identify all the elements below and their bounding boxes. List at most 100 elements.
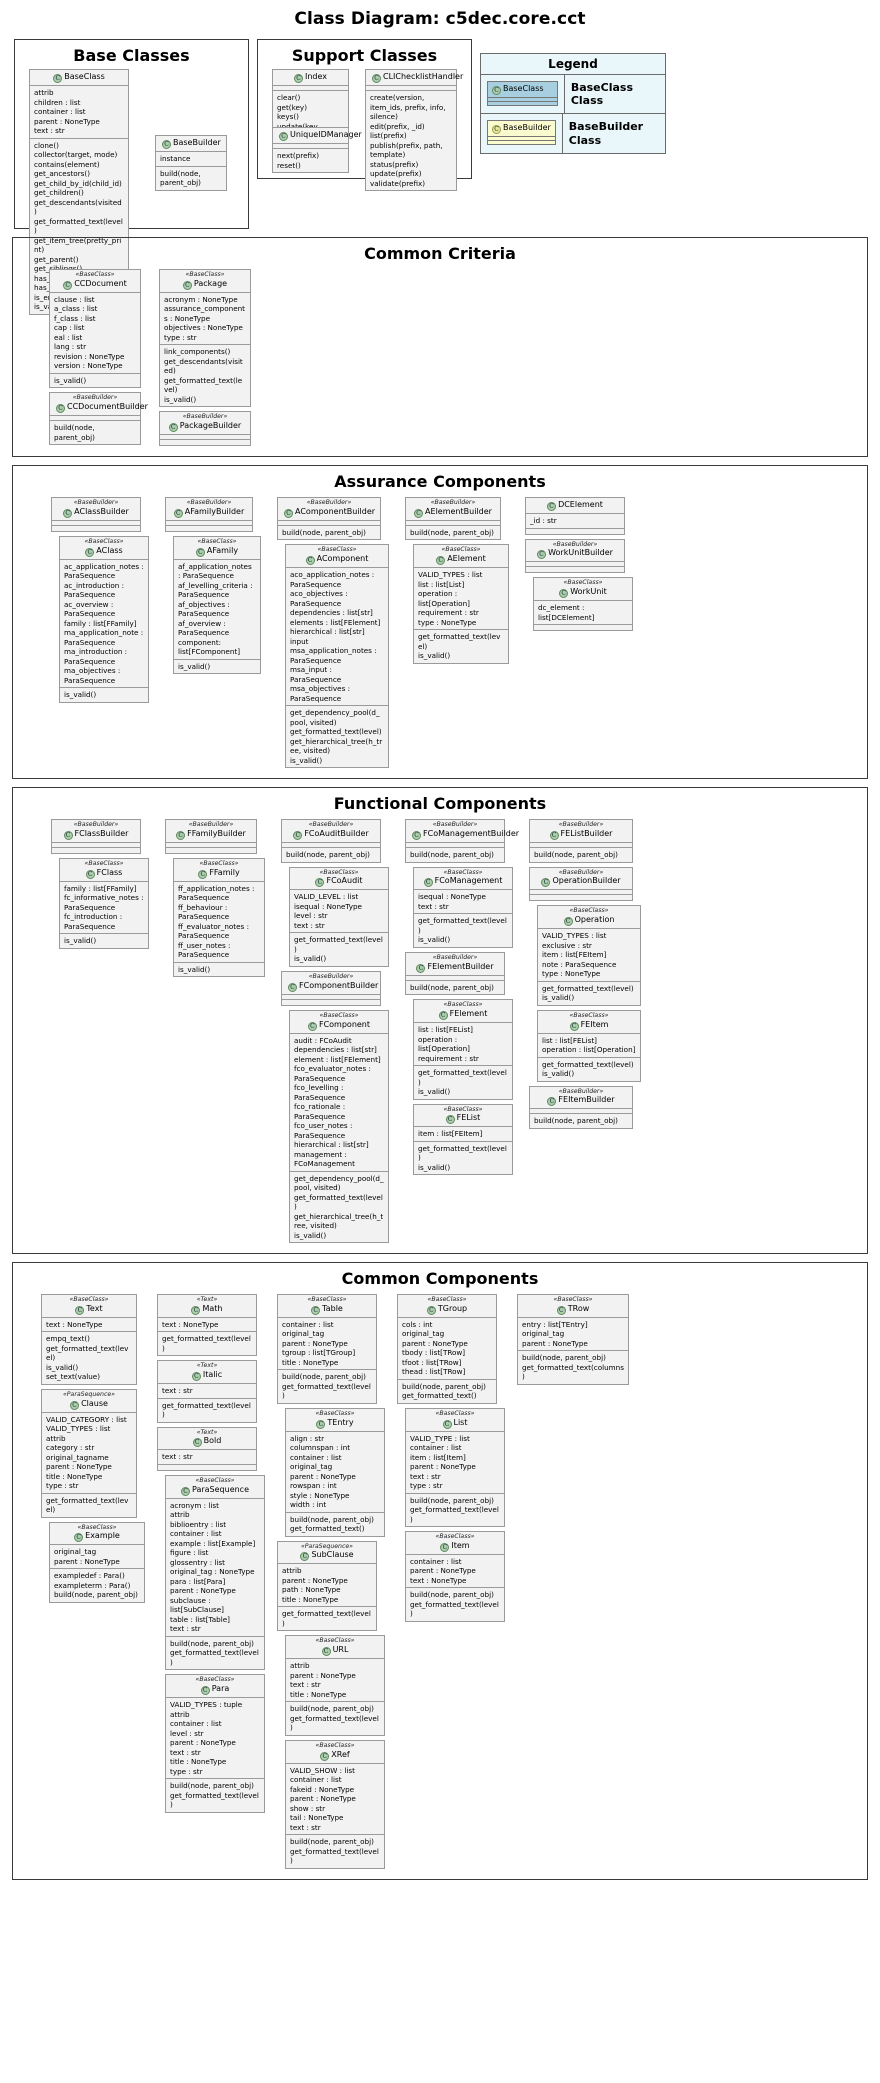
uml-class-aelementbuilder[interactable]: «BaseBuilder» C AElementBuilder build(node,… bbox=[405, 497, 501, 541]
uml-class-fcoauditbuilder[interactable]: «BaseBuilder» C FCoAuditBuilder build(node,… bbox=[281, 819, 381, 863]
top-row: Base Classes C BaseClass attrib children : … bbox=[8, 39, 872, 315]
uml-class-fcomponentbuilder[interactable]: «BaseBuilder» C FComponentBuilder bbox=[281, 970, 381, 1006]
uml-class-bold[interactable]: «Text» C Bold text : str bbox=[157, 1426, 257, 1471]
uml-attribute: parent : NoneType bbox=[282, 1338, 348, 1348]
uml-class-url[interactable]: «BaseClass» C URL attrib parent : NoneType te… bbox=[285, 1635, 385, 1736]
uml-class-example[interactable]: «BaseClass» C Example original_tag parent : … bbox=[49, 1521, 145, 1603]
class-icon: C bbox=[438, 1011, 448, 1020]
uml-attribute-list: attrib parent : NoneType path : NoneType ti… bbox=[278, 1564, 376, 1608]
uml-attribute-list: container : list parent : NoneType text : … bbox=[406, 1555, 504, 1589]
uml-class-header: «BaseBuilder» C FClassBuilder bbox=[52, 820, 140, 844]
uml-attribute: parent : NoneType bbox=[46, 1462, 112, 1472]
uml-method: is_valid() bbox=[418, 935, 451, 945]
class-icon: C bbox=[315, 878, 325, 888]
uml-class-clichecklisthandler[interactable]: C CLIChecklistHandler create(version, item… bbox=[365, 69, 463, 191]
uml-class-felistbuilder[interactable]: «BaseBuilder» C FEListBuilder build(node, p… bbox=[529, 819, 633, 863]
section-column: «BaseClass» C TGroup cols : int original_tag… bbox=[397, 1294, 505, 1622]
uml-class-parasequence[interactable]: «BaseClass» C ParaSequence acronym : list at… bbox=[165, 1474, 265, 1671]
uml-class-math[interactable]: «Text» C Math text : NoneType get_formatted_… bbox=[157, 1294, 257, 1357]
uml-attribute-list: VALID_SHOW : list container : list fakeid … bbox=[286, 1764, 384, 1836]
uml-class-name: FClass bbox=[96, 867, 123, 877]
uml-class-text[interactable]: «BaseClass» C Text text : NoneType empq_text… bbox=[41, 1294, 137, 1385]
uml-class-item[interactable]: «BaseClass» C Item container : list parent :… bbox=[405, 1531, 505, 1622]
uml-class-felementbuilder[interactable]: «BaseBuilder» C FElementBuilder build(node,… bbox=[405, 951, 505, 996]
uml-class-acomponentbuilder[interactable]: «BaseBuilder» C AComponentBuilder build(nod… bbox=[277, 497, 381, 541]
class-icon: C bbox=[300, 1552, 310, 1562]
section-column: «BaseClass» C Package acronym : NoneType ass… bbox=[159, 269, 251, 447]
uml-class-ccdocumentbuilder[interactable]: «BaseBuilder» C CCDocumentBuilder build(nod… bbox=[49, 392, 148, 446]
uml-attribute: revision : NoneType bbox=[54, 351, 125, 361]
uml-class-name-wrap: C SubClause bbox=[300, 1550, 354, 1562]
uml-class-header: «BaseBuilder» C AFamilyBuilder bbox=[166, 498, 252, 521]
class-icon: C bbox=[414, 508, 424, 518]
uml-class-name-wrap: C AComponentBuilder bbox=[284, 507, 375, 518]
uml-class-trow[interactable]: «BaseClass» C TRow entry : list[TEntry] orig… bbox=[517, 1294, 629, 1385]
uml-class-operationbuilder[interactable]: «BaseBuilder» C OperationBuilder bbox=[529, 866, 633, 902]
uml-attribute: fco_evaluator_notes : ParaSequence bbox=[294, 1064, 371, 1083]
uml-class-acomponent[interactable]: «BaseClass» C AComponent aco_application_no… bbox=[285, 544, 389, 769]
uml-class-ffamilybuilder[interactable]: «BaseBuilder» C FFamilyBuilder bbox=[165, 819, 257, 855]
uml-method: build(node, parent_obj) bbox=[170, 1638, 254, 1648]
uml-class-italic[interactable]: «Text» C Italic text : str get_formatted_tex… bbox=[157, 1360, 257, 1423]
uml-class-fcoaudit[interactable]: «BaseClass» C FCoAudit VALID_LEVEL : list is… bbox=[289, 866, 389, 967]
uml-class-ffamily[interactable]: «BaseClass» C FFamily ff_application_notes … bbox=[173, 858, 265, 978]
uml-class-table[interactable]: «BaseClass» C Table container : list origina… bbox=[277, 1294, 377, 1404]
uml-class-feitembuilder[interactable]: «BaseBuilder» C FEItemBuilder build(node, p… bbox=[529, 1085, 633, 1129]
uml-attribute: align : str bbox=[290, 1433, 325, 1443]
uml-class-name-wrap: C Math bbox=[191, 1304, 223, 1315]
uml-attribute: parent : NoneType bbox=[410, 1462, 476, 1472]
uml-method: get_formatted_text(level) bbox=[282, 1609, 371, 1628]
uml-class-tentry[interactable]: «BaseClass» C TEntry align : str columnspan … bbox=[285, 1407, 385, 1537]
class-icon: C bbox=[198, 869, 208, 879]
uml-attribute: VALID_TYPES : list bbox=[418, 570, 483, 580]
uml-stereotype: «BaseClass» bbox=[69, 1296, 109, 1303]
uml-attribute: attrib bbox=[46, 1433, 66, 1443]
uml-class-package[interactable]: «BaseClass» C Package acronym : NoneType ass… bbox=[159, 269, 251, 408]
uml-method: get_formatted_text(level) bbox=[410, 1599, 499, 1619]
uml-attribute: figure : list bbox=[170, 1548, 209, 1558]
uml-class-header: «BaseBuilder» C AComponentBuilder bbox=[278, 498, 380, 521]
uml-class-workunit[interactable]: «BaseClass» C WorkUnit dc_element : list[DC… bbox=[533, 577, 633, 632]
uml-method-list: build(node, parent_obj) bbox=[406, 526, 500, 540]
uml-class-list[interactable]: «BaseClass» C List VALID_TYPE : list contain… bbox=[405, 1407, 505, 1528]
uml-class-ccdocument[interactable]: «BaseClass» C CCDocument clause : list a_cla… bbox=[49, 269, 141, 389]
uml-class-fcomanagement[interactable]: «BaseClass» C FCoManagement isequal : NoneT… bbox=[413, 866, 513, 948]
uml-method-list: get_formatted_text(level) bbox=[158, 1332, 256, 1355]
uml-method: get_formatted_text(columns) bbox=[522, 1362, 624, 1382]
uml-class-basebuilder[interactable]: C BaseBuilder instance build(node, parent_o… bbox=[155, 135, 227, 191]
uml-class-felement[interactable]: «BaseClass» C FElement list : list[FEList] o… bbox=[413, 999, 513, 1100]
uml-class-fclassbuilder[interactable]: «BaseBuilder» C FClassBuilder bbox=[51, 819, 141, 855]
uml-class-para[interactable]: «BaseClass» C Para VALID_TYPES : tuple attri… bbox=[165, 1674, 265, 1813]
uml-class-subclause[interactable]: «ParaSequence» C SubClause attrib parent : N… bbox=[277, 1540, 377, 1632]
uml-class-clause[interactable]: «ParaSequence» C Clause VALID_CATEGORY : li… bbox=[41, 1388, 137, 1518]
uml-class-aclass[interactable]: «BaseClass» C AClass ac_application_notes :… bbox=[59, 535, 149, 703]
uml-class-afamily[interactable]: «BaseClass» C AFamily af_application_notes … bbox=[173, 535, 261, 675]
uml-stereotype: «BaseBuilder» bbox=[182, 413, 228, 421]
uml-class-name: CCDocumentBuilder bbox=[67, 402, 148, 412]
uml-class-name-wrap: C AElement bbox=[436, 554, 486, 566]
uml-class-workunitbuilder[interactable]: «BaseBuilder» C WorkUnitBuilder bbox=[525, 538, 625, 574]
uml-class-uniqueidmanager[interactable]: C UniqueIDManager next(prefix) reset() bbox=[272, 127, 362, 173]
uml-class-xref[interactable]: «BaseClass» C XRef VALID_SHOW : list contain… bbox=[285, 1739, 385, 1869]
section-title-assurance-components: Assurance Components bbox=[334, 472, 546, 492]
uml-class-felist[interactable]: «BaseClass» C FEList item : list[FEItem] get… bbox=[413, 1103, 513, 1176]
section-column: «BaseBuilder» C AClassBuilder «BaseClass» C A… bbox=[51, 497, 149, 703]
uml-class-dcelement[interactable]: C DCElement _id : str bbox=[525, 497, 625, 535]
uml-stereotype: «Text» bbox=[196, 1428, 218, 1436]
uml-class-feitem[interactable]: «BaseClass» C FEItem list : list[FEList] ope… bbox=[537, 1009, 641, 1082]
uml-class-operation[interactable]: «BaseClass» C Operation VALID_TYPES : list e… bbox=[537, 905, 641, 1006]
uml-class-header: C UniqueIDManager bbox=[273, 128, 362, 144]
panel-title-base-classes: Base Classes bbox=[73, 46, 190, 65]
uml-class-fcomponent[interactable]: «BaseClass» C FComponent audit : FCoAudit de… bbox=[289, 1009, 389, 1243]
uml-class-afamilybuilder[interactable]: «BaseBuilder» C AFamilyBuilder bbox=[165, 497, 253, 532]
uml-class-fcomanagementbuilder[interactable]: «BaseBuilder» C FCoManagementBuilder build(… bbox=[405, 819, 519, 863]
uml-class-tgroup[interactable]: «BaseClass» C TGroup cols : int original_tag… bbox=[397, 1294, 497, 1404]
uml-class-packagebuilder[interactable]: «BaseBuilder» C PackageBuilder bbox=[159, 411, 251, 447]
uml-class-fclass[interactable]: «BaseClass» C FClass family : list[FFamily]… bbox=[59, 858, 149, 949]
class-icon: C bbox=[412, 831, 421, 841]
uml-stereotype: «BaseClass» bbox=[317, 546, 357, 554]
uml-class-aclassbuilder[interactable]: «BaseBuilder» C AClassBuilder bbox=[51, 497, 141, 532]
section-functional-components: Functional Components «BaseBuilder» C FClas… bbox=[12, 787, 868, 1254]
uml-class-name: OperationBuilder bbox=[552, 876, 621, 886]
uml-class-aelement[interactable]: «BaseClass» C AElement VALID_TYPES : list li… bbox=[413, 544, 509, 664]
